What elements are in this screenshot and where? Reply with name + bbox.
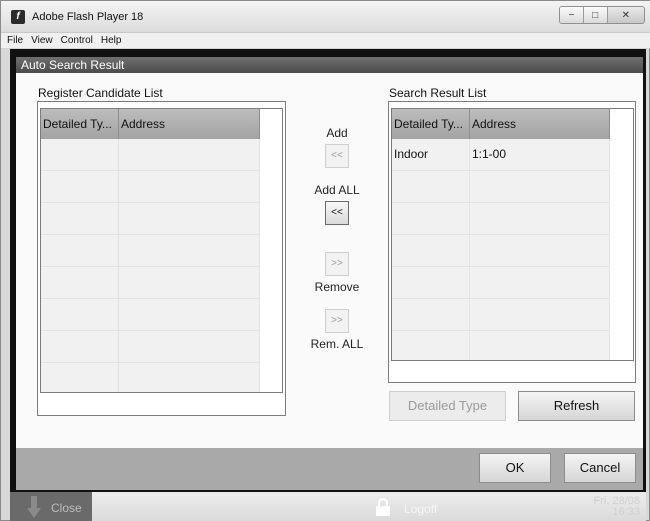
remove-all-button[interactable]: >> bbox=[325, 309, 349, 333]
down-arrow-icon bbox=[27, 496, 41, 518]
date-time: Fri, 28/08 16:33 bbox=[594, 496, 640, 518]
cell-address: 1:1-00 bbox=[470, 139, 610, 171]
table-row[interactable] bbox=[41, 331, 260, 363]
table-row[interactable]: Indoor 1:1-00 bbox=[392, 139, 610, 171]
maximize-icon: □ bbox=[592, 9, 599, 21]
refresh-button[interactable]: Refresh bbox=[518, 391, 635, 421]
dialog-title: Auto Search Result bbox=[21, 58, 125, 72]
table-row[interactable] bbox=[41, 267, 260, 299]
add-all-label: Add ALL bbox=[314, 183, 360, 197]
column-address[interactable]: Address bbox=[470, 109, 610, 139]
add-label: Add bbox=[326, 126, 348, 140]
table-row[interactable] bbox=[392, 203, 610, 235]
title-bar: f Adobe Flash Player 18 − □ ✕ bbox=[1, 1, 650, 33]
search-result-label: Search Result List bbox=[389, 86, 487, 100]
remove-all-label: Rem. ALL bbox=[310, 337, 364, 351]
bottom-close-button[interactable]: Close bbox=[10, 492, 92, 521]
add-all-button[interactable]: << bbox=[325, 201, 349, 225]
bottom-close-label: Close bbox=[51, 501, 82, 515]
window-title: Adobe Flash Player 18 bbox=[32, 11, 144, 23]
table-row[interactable] bbox=[41, 139, 260, 171]
detailed-type-button[interactable]: Detailed Type bbox=[389, 391, 506, 421]
register-list-label: Register Candidate List bbox=[38, 86, 163, 100]
bottom-bar: Close Logoff Fri, 28/08 16:33 bbox=[10, 492, 646, 521]
window-controls: − □ ✕ bbox=[559, 6, 645, 24]
column-detailed-type[interactable]: Detailed Ty... bbox=[392, 109, 470, 139]
dialog-footer: OK Cancel bbox=[16, 448, 643, 490]
cancel-button[interactable]: Cancel bbox=[564, 453, 636, 483]
grid-header: Detailed Ty... Address bbox=[41, 109, 260, 139]
dialog-body: Register Candidate List Detailed Ty... A… bbox=[16, 73, 643, 448]
add-button[interactable]: << bbox=[325, 144, 349, 168]
flash-player-icon: f bbox=[11, 10, 25, 24]
minimize-icon: − bbox=[568, 9, 575, 21]
minimize-button[interactable]: − bbox=[560, 7, 584, 23]
column-address[interactable]: Address bbox=[119, 109, 260, 139]
table-row[interactable] bbox=[392, 267, 610, 299]
close-icon: ✕ bbox=[621, 9, 630, 21]
table-row[interactable] bbox=[392, 331, 610, 360]
menu-help[interactable]: Help bbox=[101, 35, 122, 46]
column-detailed-type[interactable]: Detailed Ty... bbox=[41, 109, 119, 139]
table-row[interactable] bbox=[41, 203, 260, 235]
register-candidate-grid[interactable]: Detailed Ty... Address bbox=[40, 108, 283, 393]
table-row[interactable] bbox=[41, 299, 260, 331]
search-result-grid[interactable]: Detailed Ty... Address Indoor 1:1-00 bbox=[391, 108, 634, 361]
table-row[interactable] bbox=[392, 235, 610, 267]
logoff-label: Logoff bbox=[404, 502, 438, 516]
table-row[interactable] bbox=[392, 171, 610, 203]
dialog-header: Auto Search Result bbox=[16, 57, 643, 73]
remove-label: Remove bbox=[314, 280, 360, 294]
menu-file[interactable]: File bbox=[7, 35, 23, 46]
ok-button[interactable]: OK bbox=[479, 453, 551, 483]
table-row[interactable] bbox=[41, 235, 260, 267]
app-window: f Adobe Flash Player 18 − □ ✕ File View … bbox=[0, 0, 650, 521]
table-row[interactable] bbox=[41, 171, 260, 203]
table-row[interactable] bbox=[41, 363, 260, 392]
close-window-button[interactable]: ✕ bbox=[607, 7, 644, 23]
grid-header: Detailed Ty... Address bbox=[392, 109, 610, 139]
cell-detailed-type: Indoor bbox=[392, 139, 470, 171]
remove-button[interactable]: >> bbox=[325, 252, 349, 276]
time-text: 16:33 bbox=[612, 506, 640, 518]
lock-icon bbox=[376, 498, 390, 516]
menu-bar: File View Control Help bbox=[1, 33, 650, 49]
menu-view[interactable]: View bbox=[31, 35, 53, 46]
menu-control[interactable]: Control bbox=[61, 35, 93, 46]
maximize-button[interactable]: □ bbox=[583, 7, 608, 23]
table-row[interactable] bbox=[392, 299, 610, 331]
